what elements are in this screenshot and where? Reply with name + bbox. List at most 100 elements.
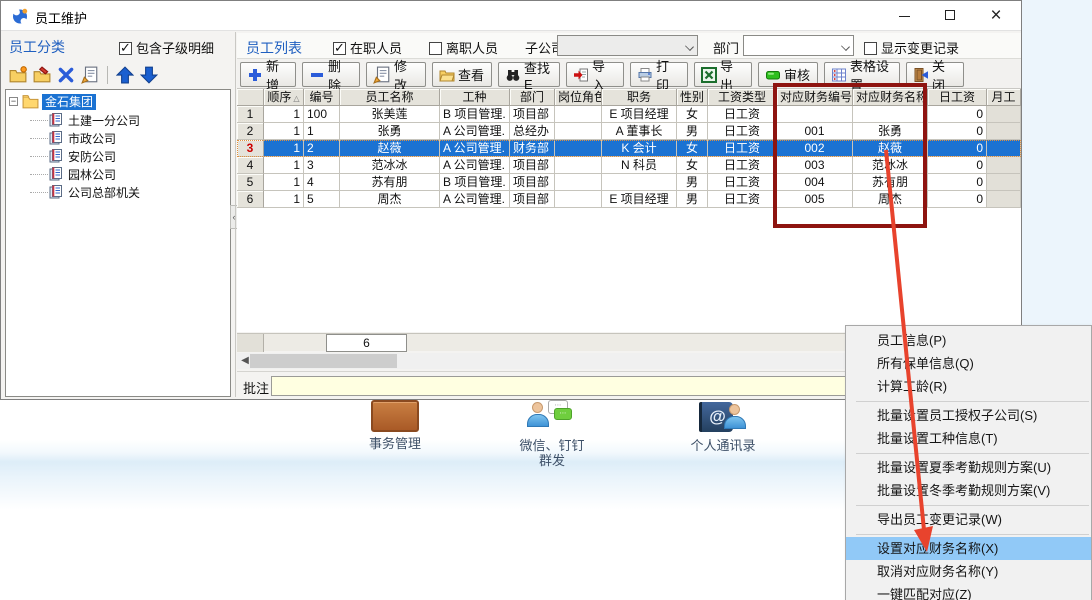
cell[interactable]: A 公司管理. (440, 191, 510, 208)
edit-category-button[interactable] (33, 66, 51, 84)
cell[interactable]: 5 (237, 174, 264, 191)
cell[interactable]: 张勇 (853, 123, 928, 140)
cell[interactable] (987, 123, 1021, 140)
menu-item[interactable]: 员工信息(P) (846, 329, 1091, 352)
rename-category-button[interactable] (81, 66, 99, 84)
shortcut-personal-contacts[interactable]: @个人通讯录 (668, 400, 778, 453)
cell[interactable] (555, 140, 602, 157)
cell[interactable]: 赵薇 (853, 140, 928, 157)
cell[interactable]: 1 (264, 140, 304, 157)
cell[interactable] (987, 106, 1021, 123)
cell[interactable]: 日工资 (708, 191, 777, 208)
tree-node-root[interactable]: −金石集团 (6, 93, 230, 111)
cell[interactable]: A 公司管理. (440, 140, 510, 157)
move-down-button[interactable] (140, 66, 158, 84)
menu-item[interactable]: 批量设置冬季考勤规则方案(V) (846, 479, 1091, 502)
cell[interactable]: 1 (264, 191, 304, 208)
cell[interactable] (987, 157, 1021, 174)
cell[interactable]: 财务部 (510, 140, 555, 157)
table-row-4[interactable]: 413范冰冰A 公司管理.项目部N 科员女日工资003范冰冰0 (237, 157, 1021, 174)
column-header[interactable]: 员工名称 (340, 89, 440, 106)
cell[interactable]: 周杰 (340, 191, 440, 208)
column-header[interactable]: 月工 (987, 89, 1021, 106)
titlebar[interactable]: 员工维护 × (1, 1, 1021, 31)
department-select[interactable] (743, 35, 854, 56)
menu-item[interactable]: 批量设置夏季考勤规则方案(U) (846, 456, 1091, 479)
cell[interactable]: 0 (928, 123, 987, 140)
cell[interactable]: A 公司管理. (440, 123, 510, 140)
cell[interactable]: 2 (304, 140, 340, 157)
cell[interactable]: N 科员 (602, 157, 677, 174)
tree-node-child[interactable]: 公司总部机关 (6, 183, 230, 201)
cell[interactable]: 张勇 (340, 123, 440, 140)
cell[interactable]: 5 (304, 191, 340, 208)
tree-node-label[interactable]: 公司总部机关 (68, 184, 140, 202)
cell[interactable]: 0 (928, 106, 987, 123)
column-header[interactable]: 工资类型 (708, 89, 777, 106)
cell[interactable]: 总经办 (510, 123, 555, 140)
cell[interactable]: 0 (928, 157, 987, 174)
cell[interactable]: 0 (928, 174, 987, 191)
cell[interactable]: 范冰冰 (340, 157, 440, 174)
cell[interactable]: 项目部 (510, 157, 555, 174)
cell[interactable]: 1 (237, 106, 264, 123)
tree-node-child[interactable]: 市政公司 (6, 129, 230, 147)
column-header[interactable]: 对应财务名称 (853, 89, 928, 106)
menu-item[interactable]: 计算工龄(R) (846, 375, 1091, 398)
table-row-1[interactable]: 11100张美莲B 项目管理.项目部E 项目经理女日工资0 (237, 106, 1021, 123)
table-row-3[interactable]: 312赵薇A 公司管理.财务部K 会计女日工资002赵薇0 (237, 140, 1021, 157)
column-header[interactable]: 岗位角色 (555, 89, 602, 106)
menu-item[interactable]: 导出员工变更记录(W) (846, 508, 1091, 531)
cell[interactable] (555, 191, 602, 208)
subsidiary-select[interactable] (557, 35, 698, 56)
cell[interactable]: 1 (264, 157, 304, 174)
cell[interactable] (987, 191, 1021, 208)
import-button[interactable]: 导入 (566, 62, 624, 87)
cell[interactable]: 日工资 (708, 123, 777, 140)
new-category-button[interactable] (9, 66, 27, 84)
table-row-2[interactable]: 211张勇A 公司管理.总经办A 董事长男日工资001张勇0 (237, 123, 1021, 140)
cell[interactable]: 女 (677, 106, 708, 123)
cell[interactable] (853, 106, 928, 123)
cell[interactable]: 1 (264, 174, 304, 191)
cell[interactable]: 日工资 (708, 106, 777, 123)
minimize-button[interactable] (887, 1, 921, 30)
cell[interactable]: 1 (304, 123, 340, 140)
tree-node-child[interactable]: 安防公司 (6, 147, 230, 165)
cell[interactable]: 范冰冰 (853, 157, 928, 174)
include-children-checkbox[interactable]: 包含子级明细 (119, 38, 214, 57)
close-button[interactable]: 关闭 (906, 62, 964, 87)
menu-item[interactable]: 批量设置工种信息(T) (846, 427, 1091, 450)
column-header[interactable]: 工种 (440, 89, 510, 106)
modify-button[interactable]: 修改 (366, 62, 426, 87)
cell[interactable]: 005 (777, 191, 853, 208)
cell[interactable]: 女 (677, 157, 708, 174)
cell[interactable]: 4 (304, 174, 340, 191)
cell[interactable]: 日工资 (708, 140, 777, 157)
cell[interactable]: 3 (237, 140, 264, 157)
show-change-records-checkbox[interactable]: 显示变更记录 (864, 38, 959, 57)
cell[interactable]: 0 (928, 140, 987, 157)
cell[interactable] (555, 106, 602, 123)
cell[interactable]: 女 (677, 140, 708, 157)
cell[interactable]: 男 (677, 191, 708, 208)
menu-item[interactable]: 取消对应财务名称(Y) (846, 560, 1091, 583)
tree-node-label[interactable]: 安防公司 (68, 148, 116, 166)
print-button[interactable]: 打印 (630, 62, 688, 87)
cell[interactable]: 1 (264, 106, 304, 123)
cell[interactable]: 日工资 (708, 174, 777, 191)
column-header[interactable]: 部门 (510, 89, 555, 106)
cell[interactable]: A 董事长 (602, 123, 677, 140)
column-header[interactable]: 对应财务编号 (777, 89, 853, 106)
cell[interactable]: B 项目管理. (440, 106, 510, 123)
tree-node-label[interactable]: 市政公司 (68, 130, 116, 148)
cell[interactable]: 男 (677, 123, 708, 140)
shortcut-transaction-management[interactable]: 事务管理 (340, 400, 450, 451)
cell[interactable]: 苏有朋 (853, 174, 928, 191)
cell[interactable]: E 项目经理 (602, 191, 677, 208)
add-button[interactable]: 新增 (240, 62, 296, 87)
cell[interactable]: 0 (928, 191, 987, 208)
audit-button[interactable]: 审核 (758, 62, 818, 87)
cell[interactable]: 苏有朋 (340, 174, 440, 191)
cell[interactable]: 日工资 (708, 157, 777, 174)
